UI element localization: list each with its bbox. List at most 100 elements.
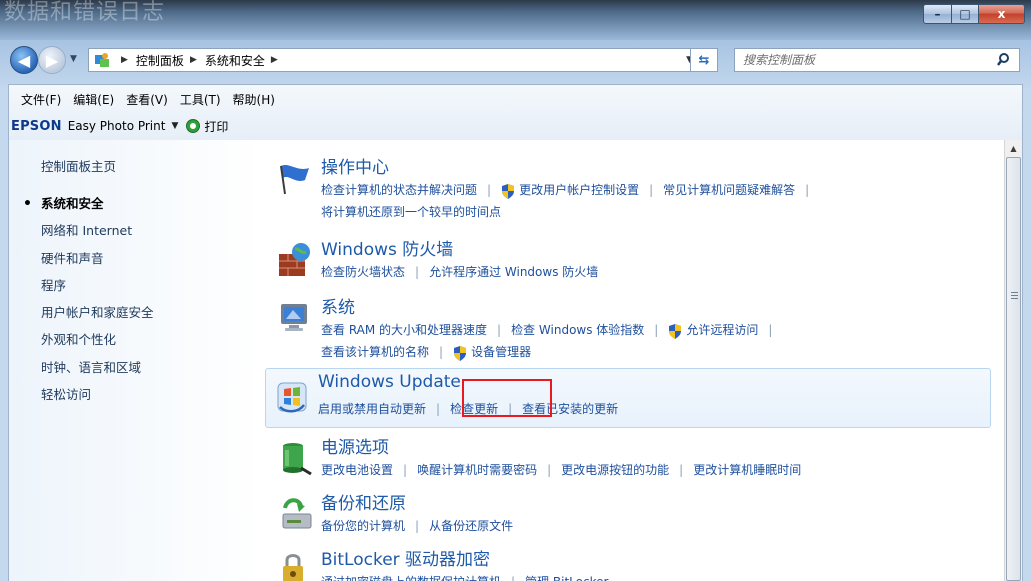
- separator: |: [415, 265, 420, 279]
- menu-file[interactable]: 文件(F): [17, 91, 69, 109]
- link-device-manager[interactable]: 设备管理器: [471, 340, 531, 364]
- windows-update-icon: [272, 377, 312, 417]
- breadcrumb-separator-icon[interactable]: ▶: [190, 55, 197, 65]
- section-title[interactable]: 备份和还原: [321, 489, 406, 514]
- sidebar-item-hardware[interactable]: 硬件和声音: [41, 250, 154, 277]
- link-computer-name[interactable]: 查看该计算机的名称: [321, 340, 429, 364]
- section-title[interactable]: Windows Update: [318, 372, 461, 392]
- link-backup-computer[interactable]: 备份您的计算机: [321, 514, 405, 538]
- maximize-button[interactable]: □: [952, 4, 979, 24]
- link-uac-settings[interactable]: 更改用户帐户控制设置: [519, 178, 639, 202]
- menu-tools[interactable]: 工具(T): [176, 91, 229, 109]
- section-title[interactable]: 系统: [321, 293, 355, 318]
- separator: |: [436, 402, 441, 416]
- menu-view[interactable]: 查看(V): [122, 91, 176, 109]
- breadcrumb-separator-icon[interactable]: ▶: [271, 55, 278, 65]
- title-bar: 数据和错误日志 – □ x: [0, 0, 1031, 40]
- link-auto-update[interactable]: 启用或禁用自动更新: [318, 397, 426, 421]
- section-bitlocker: BitLocker 驱动器加密 通过加密磁盘上的数据保护计算机 | 管理 Bit…: [269, 542, 991, 581]
- forward-button[interactable]: ▶: [38, 46, 66, 74]
- easy-photo-print-button[interactable]: Easy Photo Print: [68, 119, 166, 133]
- recent-pages-dropdown[interactable]: ▼: [70, 54, 77, 64]
- link-experience-index[interactable]: 检查 Windows 体验指数: [511, 318, 644, 342]
- link-firewall-status[interactable]: 检查防火墙状态: [321, 260, 405, 284]
- separator: |: [439, 345, 444, 359]
- link-restore-point[interactable]: 将计算机还原到一个较早的时间点: [321, 200, 501, 224]
- menu-edit[interactable]: 编辑(E): [69, 91, 122, 109]
- link-manage-bitlocker[interactable]: 管理 BitLocker: [525, 570, 608, 581]
- search-icon[interactable]: [997, 52, 1015, 68]
- sidebar-item-system-security[interactable]: 系统和安全: [23, 195, 154, 222]
- chevron-down-icon[interactable]: ▼: [171, 121, 178, 131]
- section-action-center: 操作中心 检查计算机的状态并解决问题 | 更改用户帐户控制设置 | 常见计算机问…: [269, 150, 991, 219]
- section-links: 启用或禁用自动更新 | 检查更新 | 查看已安装的更新: [318, 398, 988, 420]
- link-troubleshoot[interactable]: 常见计算机问题疑难解答: [663, 178, 795, 202]
- section-system: 系统 查看 RAM 的大小和处理器速度 | 检查 Windows 体验指数 | …: [269, 290, 991, 361]
- caption-buttons: – □ x: [923, 4, 1025, 26]
- epson-logo: EPSON: [11, 118, 62, 134]
- link-battery-settings[interactable]: 更改电池设置: [321, 458, 393, 482]
- address-bar[interactable]: ▶ 控制面板 ▶ 系统和安全 ▶ ▼: [88, 48, 718, 72]
- separator: |: [654, 323, 659, 337]
- breadcrumb-separator-icon[interactable]: ▶: [121, 55, 128, 65]
- scroll-up-icon[interactable]: ▲: [1005, 140, 1022, 157]
- print-button[interactable]: 打印: [204, 118, 228, 135]
- section-title[interactable]: 电源选项: [321, 433, 389, 458]
- breadcrumb-system-security[interactable]: 系统和安全: [205, 52, 265, 69]
- firewall-icon: [275, 240, 315, 280]
- main-pane: 操作中心 检查计算机的状态并解决问题 | 更改用户帐户控制设置 | 常见计算机问…: [261, 140, 998, 581]
- refresh-button[interactable]: ⇆: [690, 48, 718, 72]
- separator: |: [649, 183, 654, 197]
- search-box: [734, 48, 1020, 72]
- section-links: 查看 RAM 的大小和处理器速度 | 检查 Windows 体验指数 | 允许远…: [321, 319, 991, 363]
- link-restore-files[interactable]: 从备份还原文件: [429, 514, 513, 538]
- link-remote-access[interactable]: 允许远程访问: [686, 318, 758, 342]
- forward-arrow-icon: ▶: [45, 50, 59, 70]
- separator: |: [415, 519, 420, 533]
- minimize-button[interactable]: –: [923, 4, 952, 24]
- separator: |: [547, 463, 552, 477]
- separator: |: [487, 183, 492, 197]
- menu-toolbar-area: 文件(F) 编辑(E) 查看(V) 工具(T) 帮助(H) EPSON Easy…: [8, 84, 1023, 140]
- link-wake-password[interactable]: 唤醒计算机时需要密码: [417, 458, 537, 482]
- section-links: 通过加密磁盘上的数据保护计算机 | 管理 BitLocker: [321, 571, 991, 581]
- control-panel-icon: [93, 52, 111, 68]
- section-title[interactable]: BitLocker 驱动器加密: [321, 545, 490, 570]
- navigation-bar: ◀ ▶ ▼ ▶ 控制面板 ▶ 系统和安全 ▶ ▼ ⇆: [0, 44, 1031, 78]
- separator: |: [679, 463, 684, 477]
- sidebar-item-ease-of-access[interactable]: 轻松访问: [41, 386, 154, 413]
- link-allow-program[interactable]: 允许程序通过 Windows 防火墙: [429, 260, 598, 284]
- back-button[interactable]: ◀: [10, 46, 38, 74]
- sidebar-item-user-accounts[interactable]: 用户帐户和家庭安全: [41, 304, 154, 331]
- section-title[interactable]: Windows 防火墙: [321, 235, 453, 260]
- scroll-thumb[interactable]: [1006, 157, 1021, 581]
- search-input[interactable]: [743, 53, 983, 67]
- flag-icon: [275, 158, 315, 198]
- sidebar-item-clock-region[interactable]: 时钟、语言和区域: [41, 359, 154, 386]
- link-power-button[interactable]: 更改电源按钮的功能: [561, 458, 669, 482]
- link-sleep-time[interactable]: 更改计算机睡眠时间: [693, 458, 801, 482]
- uac-shield-icon: [668, 323, 682, 339]
- section-links: 备份您的计算机 | 从备份还原文件: [321, 515, 991, 537]
- separator: |: [497, 323, 502, 337]
- menu-bar: 文件(F) 编辑(E) 查看(V) 工具(T) 帮助(H): [17, 91, 283, 109]
- sidebar-item-network[interactable]: 网络和 Internet: [41, 222, 154, 249]
- sidebar-item-appearance[interactable]: 外观和个性化: [41, 331, 154, 358]
- vertical-scrollbar[interactable]: ▲: [1004, 140, 1022, 581]
- link-encrypt-disk[interactable]: 通过加密磁盘上的数据保护计算机: [321, 570, 501, 581]
- back-arrow-icon: ◀: [17, 50, 31, 70]
- section-power: 电源选项 更改电池设置 | 唤醒计算机时需要密码 | 更改电源按钮的功能 | 更…: [269, 430, 991, 490]
- section-title[interactable]: 操作中心: [321, 153, 389, 178]
- breadcrumb-control-panel[interactable]: 控制面板: [136, 52, 184, 69]
- content-area: 控制面板主页 系统和安全 网络和 Internet 硬件和声音 程序 用户帐户和…: [8, 140, 1023, 581]
- link-check-status[interactable]: 检查计算机的状态并解决问题: [321, 178, 477, 202]
- section-links: 检查计算机的状态并解决问题 | 更改用户帐户控制设置 | 常见计算机问题疑难解答…: [321, 179, 991, 223]
- sidebar-item-programs[interactable]: 程序: [41, 277, 154, 304]
- sidebar-list: 系统和安全 网络和 Internet 硬件和声音 程序 用户帐户和家庭安全 外观…: [23, 195, 154, 413]
- backup-icon: [275, 494, 315, 534]
- epson-toolbar: EPSON Easy Photo Print ▼ 打印: [11, 115, 228, 137]
- link-view-ram[interactable]: 查看 RAM 的大小和处理器速度: [321, 318, 487, 342]
- close-button[interactable]: x: [979, 4, 1025, 24]
- menu-help[interactable]: 帮助(H): [229, 91, 283, 109]
- sidebar-home-link[interactable]: 控制面板主页: [41, 156, 116, 175]
